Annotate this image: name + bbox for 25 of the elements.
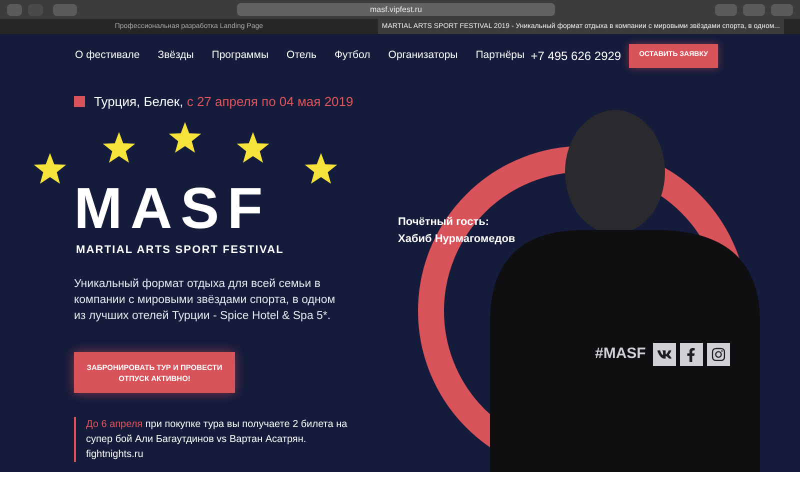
nav-link[interactable]: Отель <box>286 48 316 64</box>
nav-link[interactable]: Партнёры <box>476 48 525 64</box>
nav-link[interactable]: Программы <box>212 48 269 64</box>
nav-link[interactable]: Звёзды <box>158 48 194 64</box>
description-text: Уникальный формат отдыха для всей семьи в компании с мировыми звёздами спорта, в одном из лучших отелей Турции - Spice Hotel & Spa 5*. <box>74 277 336 324</box>
tabs-button[interactable] <box>771 4 793 16</box>
nav-link[interactable]: Организаторы <box>388 48 458 64</box>
sidebar-button[interactable] <box>53 4 77 16</box>
download-button[interactable] <box>715 4 737 16</box>
nav-link[interactable]: Футбол <box>334 48 370 64</box>
back-button[interactable] <box>7 4 22 16</box>
nav-link[interactable]: О фестивале <box>75 48 140 64</box>
promo-text: До 6 апреля при покупке тура вы получаете 2 билета на супер бой Али Багаутдинов vs Вартан Асатрян. fightnights.ru <box>86 418 348 462</box>
logo-subtitle: MARTIAL ARTS SPORT FESTIVAL <box>76 242 284 258</box>
hashtag-text: #MASF <box>595 344 646 364</box>
phone-number[interactable]: +7 495 626 2929 <box>530 46 622 64</box>
vk-icon[interactable] <box>652 343 676 366</box>
share-button[interactable] <box>743 4 765 16</box>
square-icon <box>74 96 85 108</box>
location-dates: Турция, Белек, с 27 апреля по 04 мая 2019 <box>94 93 354 111</box>
fightnights-link[interactable]: fightnights.ru <box>86 449 144 460</box>
facebook-icon[interactable] <box>680 343 703 366</box>
instagram-icon[interactable] <box>706 343 730 366</box>
logo-title: MASF <box>74 182 271 236</box>
address-bar[interactable]: masf.vipfest.ru <box>237 3 555 16</box>
